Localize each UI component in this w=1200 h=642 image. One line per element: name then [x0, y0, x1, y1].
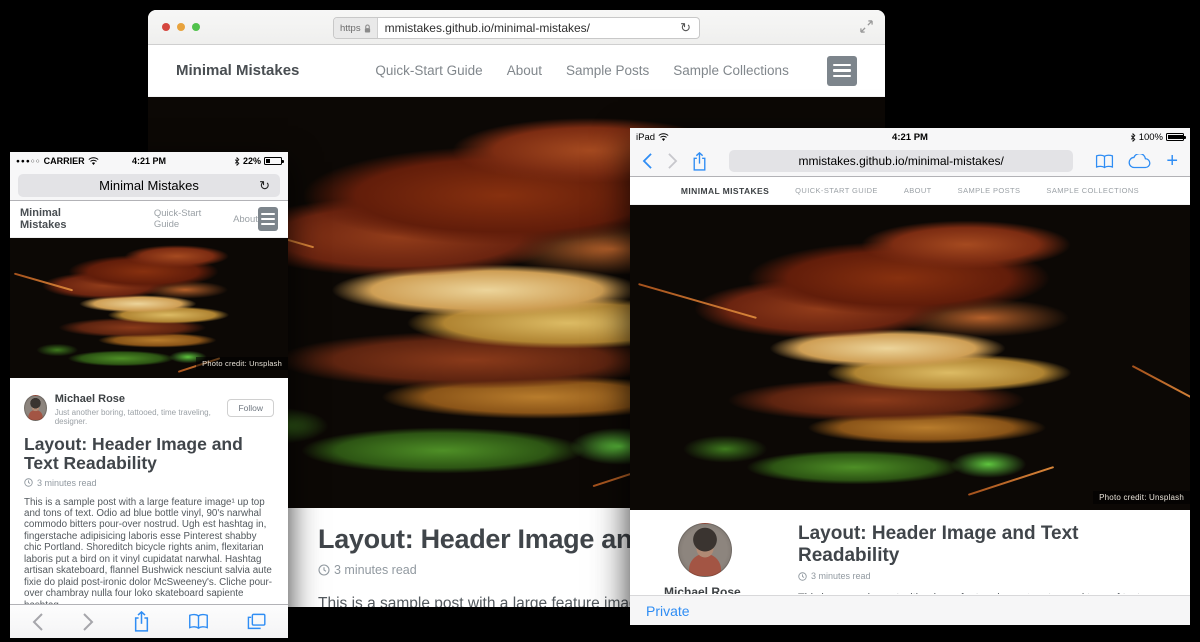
back-icon[interactable] — [642, 153, 653, 169]
avatar — [678, 523, 732, 577]
site-navigation: Minimal Mistakes Quick-Start Guide About… — [148, 45, 885, 97]
zoom-window-button[interactable] — [192, 23, 200, 31]
url-text[interactable]: mmistakes.github.io/minimal-mistakes/ — [378, 21, 672, 35]
nav-quick-start-guide[interactable]: QUICK-START GUIDE — [795, 186, 878, 195]
safari-toolbar: mmistakes.github.io/minimal-mistakes/ + — [630, 146, 1190, 177]
url-text: mmistakes.github.io/minimal-mistakes/ — [798, 154, 1003, 168]
nav-quick-start-guide[interactable]: Quick-Start Guide — [154, 208, 217, 230]
article-paragraph: This is a sample post with a large featu… — [798, 591, 1168, 594]
read-time-label: 3 minutes read — [334, 563, 417, 577]
wifi-icon — [658, 133, 669, 142]
share-icon[interactable] — [133, 611, 150, 632]
lock-icon — [364, 24, 371, 33]
bookmarks-icon[interactable] — [188, 613, 209, 630]
site-brand-link[interactable]: Minimal Mistakes — [176, 62, 299, 79]
battery-percent-label: 100% — [1139, 132, 1163, 143]
ipad-status-bar: iPad 4:21 PM 100% — [630, 128, 1190, 146]
battery-icon — [1166, 133, 1184, 141]
reload-button[interactable]: ↻ — [672, 20, 699, 36]
clock-icon — [24, 478, 33, 487]
ipad-screen: iPad 4:21 PM 100% mmistakes.github.io/mi… — [630, 128, 1190, 625]
battery-icon — [264, 157, 282, 165]
nav-sample-posts[interactable]: Sample Posts — [566, 63, 649, 78]
reload-button[interactable]: ↻ — [251, 178, 278, 194]
follow-button[interactable]: Follow — [227, 399, 274, 417]
https-label: https — [340, 23, 361, 34]
article-content: Michael Rose Just another boring, tattoo… — [10, 378, 288, 604]
forward-icon[interactable] — [667, 153, 678, 169]
iphone-status-bar: ●●●○○ CARRIER 4:21 PM 22% — [10, 152, 288, 170]
icloud-tabs-icon[interactable] — [1128, 154, 1152, 169]
page-title: Layout: Header Image and Text Readabilit… — [24, 435, 274, 474]
status-time: 4:21 PM — [630, 132, 1190, 143]
private-browsing-bar: Private — [630, 595, 1190, 625]
twig-decoration — [1132, 365, 1190, 401]
site-navigation: MINIMAL MISTAKES QUICK-START GUIDE ABOUT… — [630, 177, 1190, 205]
clock-icon — [318, 564, 330, 576]
twig-decoration — [638, 283, 757, 319]
article-paragraph: This is a sample post with a large featu… — [24, 497, 274, 605]
site-brand-link[interactable]: Minimal Mistakes — [20, 207, 96, 231]
carrier-label: CARRIER — [44, 156, 85, 166]
read-time-label: 3 minutes read — [811, 571, 871, 581]
twig-decoration — [14, 273, 73, 292]
private-toggle[interactable]: Private — [646, 603, 690, 619]
author-name: Michael Rose — [664, 585, 782, 594]
author-row: Michael Rose Just another boring, tattoo… — [24, 389, 274, 426]
menu-toggle-icon[interactable] — [827, 56, 857, 86]
nav-sample-posts[interactable]: SAMPLE POSTS — [958, 186, 1021, 195]
menu-toggle-icon[interactable] — [258, 207, 278, 231]
device-label: iPad — [636, 132, 655, 143]
new-tab-icon[interactable]: + — [1166, 151, 1178, 171]
read-time-label: 3 minutes read — [37, 478, 97, 488]
signal-strength-icon: ●●●○○ — [16, 158, 41, 165]
url-title: Minimal Mistakes — [99, 178, 199, 193]
avatar — [24, 395, 47, 421]
page-title: Layout: Header Image and Text Readabilit… — [798, 523, 1168, 567]
browser-toolbar: https mmistakes.github.io/minimal-mistak… — [148, 10, 885, 45]
url-field[interactable]: mmistakes.github.io/minimal-mistakes/ — [729, 150, 1073, 172]
url-field[interactable]: Minimal Mistakes ↻ — [18, 174, 280, 197]
header-image: Photo credit: Unsplash — [630, 205, 1190, 510]
read-time-meta: 3 minutes read — [24, 478, 274, 488]
bluetooth-icon — [1130, 133, 1136, 142]
photo-credit-label: Photo credit: Unsplash — [196, 357, 288, 370]
fullscreen-icon[interactable] — [860, 20, 873, 33]
minimize-window-button[interactable] — [177, 23, 185, 31]
site-navigation: Minimal Mistakes Quick-Start Guide About — [10, 201, 288, 238]
site-brand-link[interactable]: MINIMAL MISTAKES — [681, 186, 769, 196]
bookmarks-icon[interactable] — [1095, 154, 1114, 169]
battery-percent-label: 22% — [243, 156, 261, 166]
safari-bottom-toolbar — [10, 604, 288, 638]
close-window-button[interactable] — [162, 23, 170, 31]
twig-decoration — [968, 466, 1054, 496]
clock-icon — [798, 572, 807, 581]
nav-sample-collections[interactable]: SAMPLE COLLECTIONS — [1046, 186, 1139, 195]
nav-sample-collections[interactable]: Sample Collections — [673, 63, 789, 78]
nav-about[interactable]: ABOUT — [904, 186, 932, 195]
address-bar[interactable]: https mmistakes.github.io/minimal-mistak… — [333, 17, 700, 39]
safari-url-bar: Minimal Mistakes ↻ — [10, 170, 288, 201]
tabs-icon[interactable] — [247, 613, 266, 630]
header-image: Photo credit: Unsplash — [10, 238, 288, 378]
read-time-meta: 3 minutes read — [798, 571, 1168, 581]
article-content: Michael Rose Just another boring, tattoo… — [630, 510, 1190, 594]
nav-about[interactable]: About — [507, 63, 542, 78]
author-bio: Just another boring, tattooed, time trav… — [55, 408, 220, 426]
nav-about[interactable]: About — [233, 214, 258, 225]
wifi-icon — [88, 157, 99, 166]
iphone-screen: ●●●○○ CARRIER 4:21 PM 22% Minimal Mistak… — [10, 152, 288, 638]
author-name: Michael Rose — [55, 393, 125, 405]
window-controls — [162, 23, 200, 31]
https-badge: https — [334, 18, 378, 38]
back-icon[interactable] — [32, 613, 44, 631]
share-icon[interactable] — [692, 152, 707, 171]
nav-quick-start-guide[interactable]: Quick-Start Guide — [375, 63, 482, 78]
author-sidebar: Michael Rose Just another boring, tattoo… — [654, 523, 782, 594]
forward-icon[interactable] — [82, 613, 94, 631]
bluetooth-icon — [234, 157, 240, 166]
photo-credit-label: Photo credit: Unsplash — [1093, 491, 1190, 504]
device-montage: https mmistakes.github.io/minimal-mistak… — [0, 0, 1200, 642]
